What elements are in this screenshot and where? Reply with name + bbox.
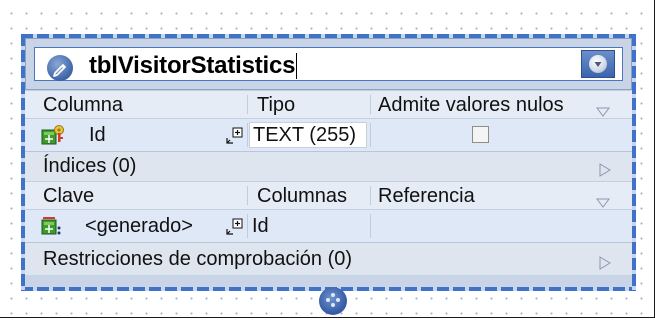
column-divider[interactable] xyxy=(370,95,371,114)
table-title-bar: tblVisitorStatistics xyxy=(25,38,632,90)
indexes-label: Índices (0) xyxy=(43,155,137,177)
table-row[interactable]: <generado> Id xyxy=(25,209,632,242)
nullable-checkbox[interactable] xyxy=(472,126,489,143)
check-constraints-label: Restricciones de comprobación (0) xyxy=(43,248,353,270)
column-header-nullable[interactable]: Admite valores nulos xyxy=(378,91,564,118)
key-header-reference[interactable]: Referencia xyxy=(378,182,475,209)
table-box-footer xyxy=(25,275,632,287)
column-divider[interactable] xyxy=(370,186,371,205)
key-header-columns[interactable]: Columnas xyxy=(257,182,347,209)
text-cursor xyxy=(296,53,298,79)
column-divider[interactable] xyxy=(247,186,248,205)
check-constraints-section-header[interactable]: Restricciones de comprobación (0) xyxy=(25,242,632,275)
expand-triangle-icon[interactable] xyxy=(599,253,611,276)
column-divider xyxy=(370,214,371,238)
table-row[interactable]: Id TEXT (255) xyxy=(25,118,632,151)
add-item-icon[interactable] xyxy=(225,127,243,145)
selection-border-right xyxy=(632,34,636,291)
primary-key-icon xyxy=(41,216,63,236)
column-divider xyxy=(247,214,248,238)
type-field[interactable]: TEXT (255) xyxy=(249,122,367,148)
key-columns[interactable]: Id xyxy=(252,212,269,244)
column-header-name[interactable]: Columna xyxy=(43,91,123,118)
table-name-input[interactable]: tblVisitorStatistics xyxy=(89,52,298,80)
add-item-icon[interactable] xyxy=(225,218,243,236)
column-name[interactable]: Id xyxy=(89,121,106,153)
pencil-icon[interactable] xyxy=(47,55,73,81)
indexes-section-header[interactable]: Índices (0) xyxy=(25,151,632,181)
key-header-name[interactable]: Clave xyxy=(43,182,94,209)
keys-header-row: Clave Columnas Referencia xyxy=(25,181,632,209)
dropdown-icon[interactable] xyxy=(581,50,615,78)
resize-grip-icon[interactable] xyxy=(319,287,347,315)
table-design-box[interactable]: tblVisitorStatistics Columna Tipo Admite… xyxy=(21,34,636,291)
table-name-text: tblVisitorStatistics xyxy=(89,52,296,79)
column-divider xyxy=(247,123,248,147)
column-divider[interactable] xyxy=(247,95,248,114)
column-header-type[interactable]: Tipo xyxy=(257,91,295,118)
column-divider xyxy=(370,123,371,147)
columns-header-row: Columna Tipo Admite valores nulos xyxy=(25,90,632,118)
primary-key-column-icon xyxy=(41,124,65,146)
expand-triangle-icon[interactable] xyxy=(599,160,611,183)
table-name-editor[interactable]: tblVisitorStatistics xyxy=(34,47,623,81)
key-name[interactable]: <generado> xyxy=(85,212,193,244)
